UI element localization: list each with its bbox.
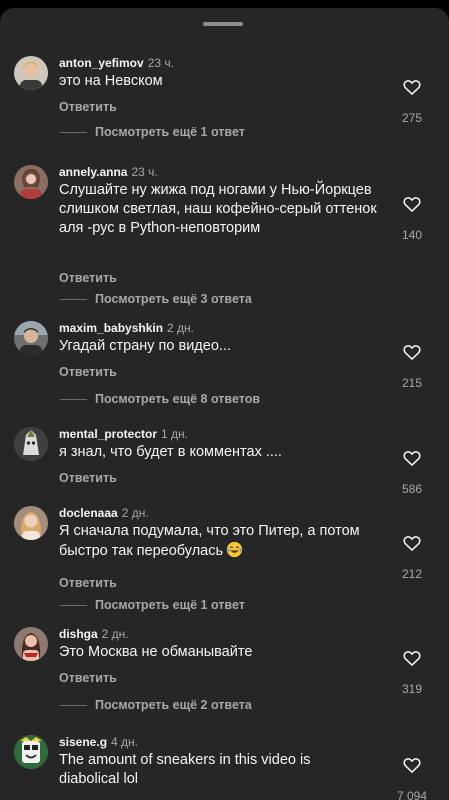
comment-text-content: Я сначала подумала, что это Питер, а пот… — [59, 523, 360, 559]
comment-meta: doclenaaa 2 дн. — [59, 505, 149, 521]
avatar[interactable] — [14, 506, 48, 540]
comments-sheet: anton_yefimov 23 ч. это на Невском Ответи… — [0, 8, 449, 800]
timestamp: 23 ч. — [147, 56, 174, 70]
like-count: 140 — [401, 228, 423, 242]
heart-outline-icon — [403, 651, 421, 666]
divider-line — [60, 705, 87, 707]
comment-meta: anton_yefimov 23 ч. — [59, 55, 174, 71]
like-button[interactable]: 586 — [394, 448, 430, 496]
like-button[interactable]: 7 094 — [394, 755, 430, 800]
view-replies[interactable]: Посмотреть ещё 1 ответ — [60, 598, 245, 612]
view-replies-label: Посмотреть ещё 2 ответа — [95, 698, 252, 712]
timestamp: 23 ч. — [131, 165, 158, 179]
username[interactable]: dishga — [59, 627, 98, 641]
like-button[interactable]: 275 — [394, 77, 430, 125]
comment-text: The amount of sneakers in this video is … — [59, 752, 311, 787]
like-button[interactable]: 212 — [394, 533, 430, 581]
divider-line — [60, 605, 87, 607]
divider-line — [60, 299, 87, 301]
heart-outline-icon — [403, 758, 421, 773]
view-replies-label: Посмотреть ещё 1 ответ — [95, 598, 245, 612]
like-count: 215 — [401, 376, 423, 390]
heart-outline-icon — [403, 197, 421, 212]
drag-handle[interactable] — [203, 22, 243, 26]
like-button[interactable]: 140 — [394, 194, 430, 242]
like-count: 586 — [401, 482, 423, 496]
like-count: 275 — [401, 111, 423, 125]
reply-button[interactable]: Ответить — [59, 471, 117, 485]
comment-meta: mental_protector 1 дн. — [59, 426, 188, 442]
like-button[interactable]: 319 — [394, 648, 430, 696]
reply-button[interactable]: Ответить — [59, 671, 117, 685]
like-count: 319 — [401, 682, 423, 696]
comment-text: Я сначала подумала, что это Питер, а пот… — [59, 522, 379, 561]
laughing-tears-emoji-icon — [226, 541, 243, 558]
like-count: 7 094 — [396, 789, 428, 800]
heart-outline-icon — [403, 536, 421, 551]
divider-line — [60, 399, 87, 401]
view-replies-label: Посмотреть ещё 3 ответа — [95, 292, 252, 306]
username[interactable]: mental_protector — [59, 427, 157, 441]
comment-text: Это Москва не обманывайте — [59, 644, 253, 660]
comment-text: это на Невском — [59, 73, 163, 89]
view-replies[interactable]: Посмотреть ещё 8 ответов — [60, 392, 260, 406]
timestamp: 2 дн. — [101, 627, 129, 641]
comment-text: Угадай страну по видео... — [59, 338, 231, 354]
reply-button[interactable]: Ответить — [59, 271, 117, 285]
like-button[interactable]: 215 — [394, 342, 430, 390]
view-replies[interactable]: Посмотреть ещё 2 ответа — [60, 698, 252, 712]
timestamp: 4 дн. — [111, 735, 139, 749]
view-replies-label: Посмотреть ещё 8 ответов — [95, 392, 261, 406]
avatar[interactable] — [14, 56, 48, 90]
heart-outline-icon — [403, 345, 421, 360]
reply-button[interactable]: Ответить — [59, 576, 117, 590]
heart-outline-icon — [403, 451, 421, 466]
timestamp: 2 дн. — [121, 506, 149, 520]
view-replies[interactable]: Посмотреть ещё 3 ответа — [60, 292, 252, 306]
reply-button[interactable]: Ответить — [59, 365, 117, 379]
view-replies-label: Посмотреть ещё 1 ответ — [95, 125, 245, 139]
username[interactable]: anton_yefimov — [59, 56, 144, 70]
avatar[interactable] — [14, 427, 48, 461]
comment-meta: maxim_babyshkin 2 дн. — [59, 320, 194, 336]
timestamp: 1 дн. — [161, 427, 189, 441]
avatar[interactable] — [14, 735, 48, 769]
username[interactable]: sisene.g — [59, 735, 107, 749]
username[interactable]: annely.anna — [59, 165, 127, 179]
comment-text: Слушайте ну жижа под ногами у Нью-Йоркце… — [59, 182, 377, 236]
avatar[interactable] — [14, 165, 48, 199]
comment-text: я знал, что будет в комментах .... — [59, 444, 282, 460]
divider-line — [60, 132, 87, 134]
username[interactable]: maxim_babyshkin — [59, 321, 163, 335]
like-count: 212 — [401, 567, 423, 581]
heart-outline-icon — [403, 80, 421, 95]
comment-meta: annely.anna 23 ч. — [59, 164, 158, 180]
comment-meta: dishga 2 дн. — [59, 626, 129, 642]
view-replies[interactable]: Посмотреть ещё 1 ответ — [60, 125, 245, 139]
reply-button[interactable]: Ответить — [59, 100, 117, 114]
avatar[interactable] — [14, 627, 48, 661]
username[interactable]: doclenaaa — [59, 506, 118, 520]
timestamp: 2 дн. — [167, 321, 195, 335]
comment-meta: sisene.g 4 дн. — [59, 734, 138, 750]
avatar[interactable] — [14, 321, 48, 355]
